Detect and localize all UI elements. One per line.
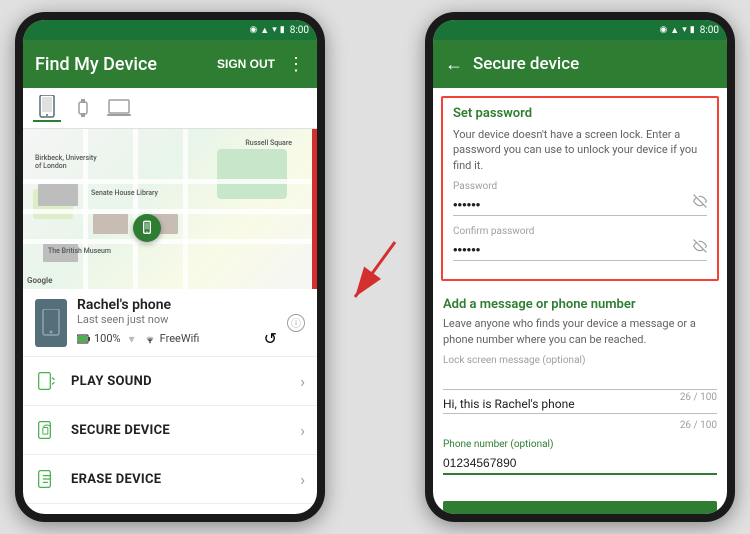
laptop-tab[interactable] <box>105 94 133 122</box>
password-eye-icon[interactable] <box>693 194 707 212</box>
play-sound-item[interactable]: PLAY SOUND › <box>23 357 317 406</box>
secure-device-item[interactable]: SECURE DEVICE › <box>23 406 317 455</box>
battery-status-icon: ▮ <box>280 25 285 35</box>
time-left: 8:00 <box>290 25 309 36</box>
secure-button-container: SECURE DEVICE <box>433 493 727 514</box>
secure-device-chevron: › <box>300 421 305 440</box>
device-last-seen: Last seen just now <box>77 313 277 326</box>
map-road-v1 <box>83 129 88 289</box>
secure-content: Set password Your device doesn't have a … <box>433 88 727 514</box>
battery-stat: 100% <box>77 332 121 345</box>
map-label-russell: Russell Square <box>245 139 292 147</box>
secure-device-title: Secure device <box>473 54 579 74</box>
confirm-eye-icon[interactable] <box>693 239 707 257</box>
erase-device-label: ERASE DEVICE <box>71 472 288 487</box>
confirm-password-label: Confirm password <box>453 226 707 237</box>
map-park-1 <box>217 149 287 199</box>
secure-device-label: SECURE DEVICE <box>71 423 288 438</box>
message-section: Add a message or phone number Leave anyo… <box>433 289 727 493</box>
add-message-title: Add a message or phone number <box>443 297 717 312</box>
phone-number-label: Phone number (optional) <box>443 439 717 450</box>
battery-value: 100% <box>94 332 121 345</box>
device-name: Rachel's phone <box>77 297 277 313</box>
right-screen: ◉ ▲ ▾ ▮ 8:00 ← Secure device Set passwor… <box>433 20 727 514</box>
map-building-1 <box>38 184 78 206</box>
wifi-status-icon: ▾ <box>272 25 277 35</box>
add-message-desc: Leave anyone who finds your device a mes… <box>443 316 717 347</box>
map-label-london: of London <box>35 162 67 170</box>
app-title: Find My Device <box>35 54 157 75</box>
device-info-icon[interactable]: ⓘ <box>287 314 305 332</box>
map-label-birkbeck: Birkbeck, University <box>35 154 97 162</box>
status-bar-left: ◉ ▲ ▾ ▮ 8:00 <box>23 20 317 40</box>
direction-arrow <box>345 227 405 307</box>
arrow-container <box>345 227 405 307</box>
app-bar: Find My Device SIGN OUT ⋮ <box>23 40 317 88</box>
lock-message-group: Lock screen message (optional) 26 / 100 <box>443 355 717 403</box>
signal-icon-r: ▲ <box>670 25 679 36</box>
network-stat: FreeWifi <box>143 332 200 345</box>
secure-device-icon <box>35 418 59 442</box>
left-phone: ◉ ▲ ▾ ▮ 8:00 Find My Device SIGN OUT ⋮ <box>15 12 325 522</box>
device-location-marker <box>133 214 161 242</box>
device-tabs <box>23 88 317 129</box>
action-list: PLAY SOUND › SECURE DEVICE › ERASE DEVIC… <box>23 357 317 514</box>
location-icon: ◉ <box>249 25 257 35</box>
map-label-museum: The British Museum <box>48 247 111 255</box>
phone-number-group: Phone number (optional) <box>443 439 717 475</box>
erase-device-chevron: › <box>300 470 305 489</box>
erase-device-item[interactable]: ERASE DEVICE › <box>23 455 317 504</box>
play-sound-chevron: › <box>300 372 305 391</box>
char-count-display: 26 / 100 <box>443 420 717 431</box>
set-password-title: Set password <box>453 106 707 121</box>
password-section: Set password Your device doesn't have a … <box>441 96 719 281</box>
device-stats: 100% ▾ FreeWifi ↺ <box>77 329 277 348</box>
google-logo: Google <box>27 276 52 285</box>
secure-device-button[interactable]: SECURE DEVICE <box>443 501 717 514</box>
device-details: Rachel's phone Last seen just now 100% ▾… <box>77 297 277 348</box>
watch-tab[interactable] <box>69 94 97 122</box>
network-value: FreeWifi <box>160 332 200 345</box>
left-screen: ◉ ▲ ▾ ▮ 8:00 Find My Device SIGN OUT ⋮ <box>23 20 317 514</box>
status-icons-right: ◉ ▲ ▾ ▮ 8:00 <box>659 25 719 36</box>
password-label: Password <box>453 181 707 192</box>
menu-button[interactable]: ⋮ <box>287 54 305 75</box>
lock-message-value: Hi, this is Rachel's phone <box>443 397 717 414</box>
map-label-senate: Senate House Library <box>91 189 158 197</box>
status-icons-left: ◉ ▲ ▾ ▮ 8:00 <box>249 25 309 36</box>
set-password-desc: Your device doesn't have a screen lock. … <box>453 127 707 173</box>
play-sound-label: PLAY SOUND <box>71 374 288 389</box>
divider: ▾ <box>129 332 135 346</box>
signal-icon: ▲ <box>260 25 269 36</box>
map-area: Birkbeck, University of London Russell S… <box>23 129 317 289</box>
erase-device-icon <box>35 467 59 491</box>
phone-number-input[interactable] <box>443 453 717 475</box>
lock-message-label: Lock screen message (optional) <box>443 355 717 366</box>
back-button[interactable]: ← <box>445 54 463 75</box>
time-right: 8:00 <box>700 25 719 36</box>
map-road-v3 <box>183 129 188 289</box>
sign-out-button[interactable]: SIGN OUT <box>217 57 275 71</box>
status-bar-right: ◉ ▲ ▾ ▮ 8:00 <box>433 20 727 40</box>
confirm-password-input[interactable] <box>453 239 707 261</box>
phone-tab[interactable] <box>33 94 61 122</box>
confirm-password-group: Confirm password <box>453 226 707 261</box>
device-info-section: Rachel's phone Last seen just now 100% ▾… <box>23 289 317 357</box>
right-phone: ◉ ▲ ▾ ▮ 8:00 ← Secure device Set passwor… <box>425 12 735 522</box>
play-sound-icon <box>35 369 59 393</box>
password-group: Password <box>453 181 707 216</box>
wifi-icon-r: ▾ <box>682 25 687 35</box>
secure-device-header: ← Secure device <box>433 40 727 88</box>
device-thumbnail <box>35 299 67 347</box>
map-red-bar <box>312 129 317 289</box>
lock-message-input[interactable] <box>443 369 717 390</box>
map-road-v2 <box>133 129 138 289</box>
battery-icon-r: ▮ <box>690 25 695 35</box>
refresh-icon[interactable]: ↺ <box>264 329 277 348</box>
location-icon-r: ◉ <box>659 25 667 35</box>
map-building-2 <box>93 214 128 234</box>
app-bar-actions: SIGN OUT ⋮ <box>217 54 305 75</box>
map-background: Birkbeck, University of London Russell S… <box>23 129 317 289</box>
password-input[interactable] <box>453 194 707 216</box>
